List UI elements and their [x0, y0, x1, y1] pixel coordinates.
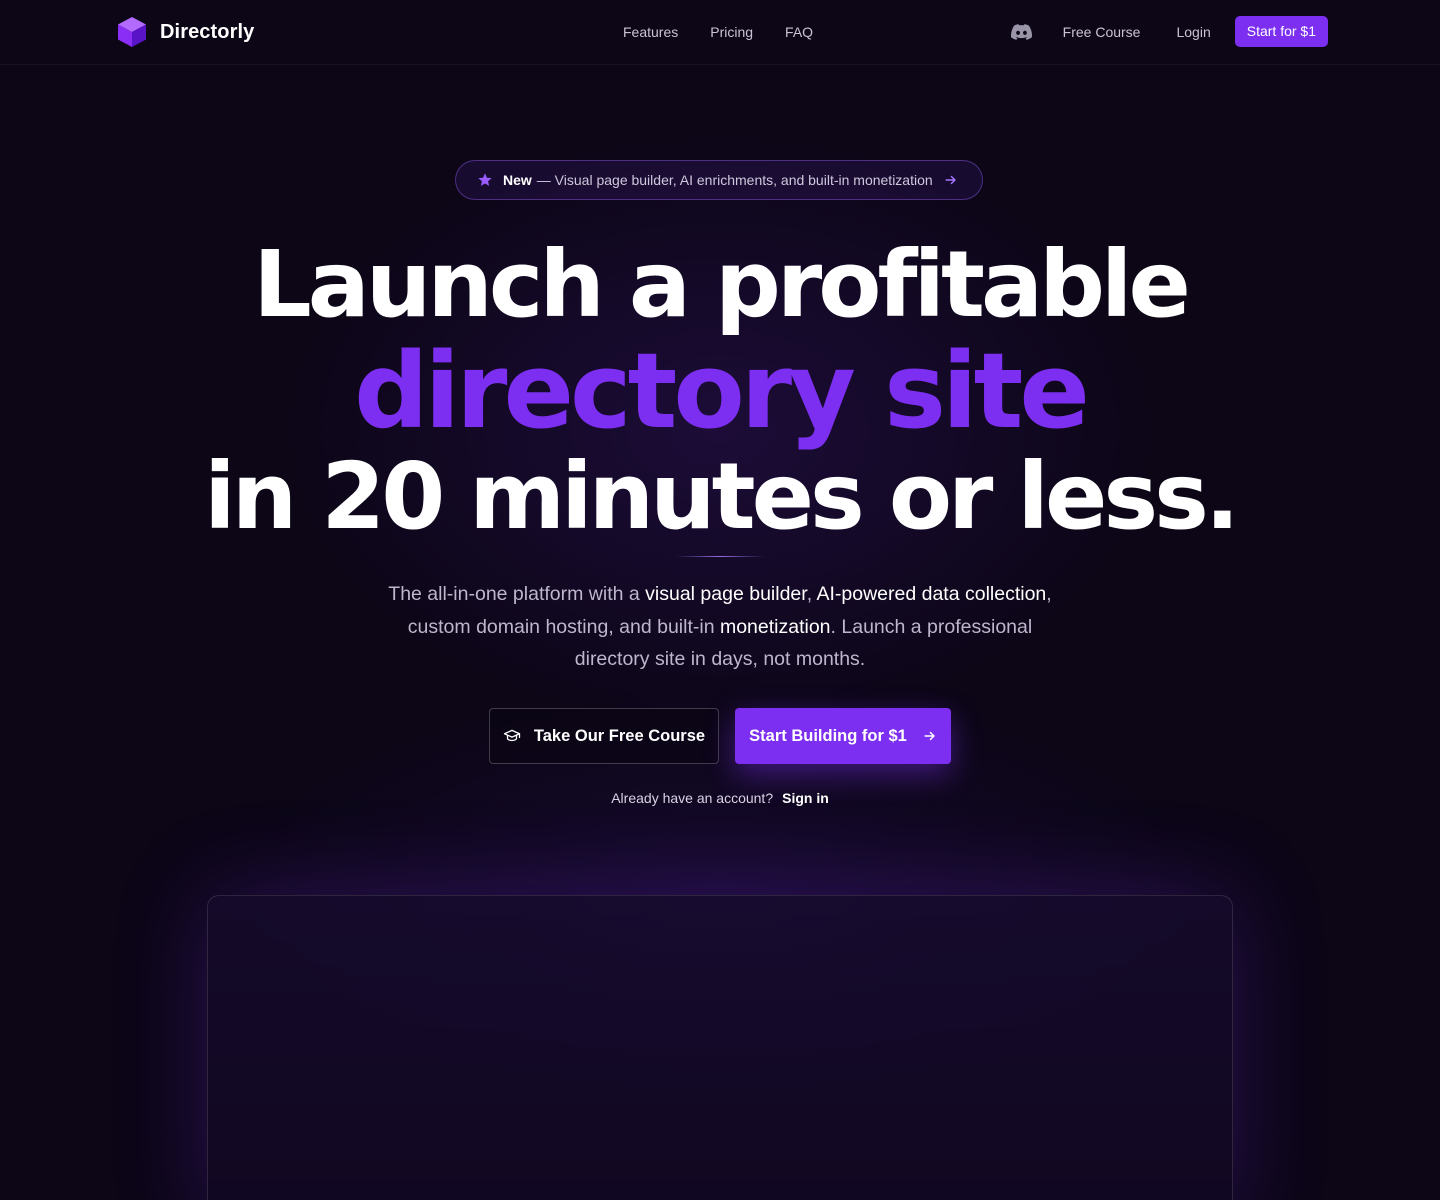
- brand-logo-link[interactable]: Directorly: [117, 16, 254, 48]
- start-for-1-button[interactable]: Start for $1: [1234, 16, 1328, 47]
- signin-prompt: Already have an account? Sign in: [0, 789, 1440, 807]
- hero-divider: [675, 556, 765, 557]
- announcement-pill[interactable]: New — Visual page builder, AI enrichment…: [455, 160, 983, 200]
- primary-nav: Features Pricing FAQ: [623, 23, 813, 41]
- nav-actions: Free Course Login Start for $1: [1011, 16, 1328, 47]
- hero-line-3: in 20 minutes or less.: [204, 443, 1240, 550]
- nav-link-features[interactable]: Features: [623, 23, 678, 41]
- star-icon: [478, 173, 492, 186]
- take-free-course-button[interactable]: Take Our Free Course: [489, 708, 719, 764]
- subtext-highlight-monetization: monetization: [719, 615, 831, 638]
- hero-line-1: Launch a profitable: [253, 231, 1191, 338]
- already-have-account-text: Already have an account?: [611, 790, 774, 806]
- arrow-right-icon: [924, 731, 935, 741]
- subtext-highlight-visual-builder: visual page builder: [645, 583, 807, 605]
- start-building-button[interactable]: Start Building for $1: [735, 708, 951, 764]
- subtext-highlight-ai-data: AI-powered data collection: [816, 583, 1047, 605]
- subtext-part: ,: [806, 583, 817, 605]
- subtext-part: The all-in-one platform with a: [388, 583, 646, 605]
- discord-link[interactable]: [1011, 21, 1033, 43]
- arrow-right-icon: [945, 175, 956, 185]
- hero-subtext: The all-in-one platform with a visual pa…: [380, 578, 1060, 676]
- nav-link-free-course[interactable]: Free Course: [1063, 23, 1141, 41]
- hero-headline: Launch a profitable directory site in 20…: [0, 232, 1440, 550]
- brand-name: Directorly: [160, 20, 255, 43]
- announcement-badge: New: [503, 172, 532, 188]
- take-free-course-label: Take Our Free Course: [533, 726, 706, 745]
- discord-icon: [1011, 23, 1033, 40]
- top-nav: Directorly Features Pricing FAQ Free Cou…: [0, 0, 1440, 65]
- nav-link-pricing[interactable]: Pricing: [710, 23, 753, 41]
- hero-line-2-highlight: directory site: [354, 330, 1090, 452]
- announcement-text: — Visual page builder, AI enrichments, a…: [536, 172, 933, 188]
- graduation-cap-icon: [503, 729, 521, 742]
- start-building-label: Start Building for $1: [749, 726, 907, 745]
- sign-in-link[interactable]: Sign in: [782, 790, 829, 806]
- nav-link-login[interactable]: Login: [1176, 23, 1210, 41]
- cube-logo-icon: [118, 17, 146, 47]
- product-preview-frame: [207, 895, 1233, 1200]
- nav-link-faq[interactable]: FAQ: [785, 23, 813, 41]
